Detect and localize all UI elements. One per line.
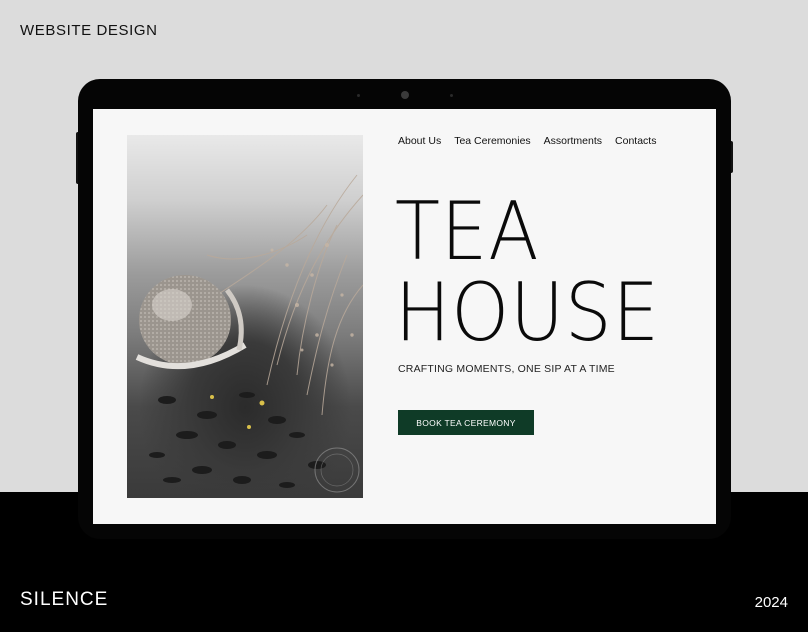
nav-contacts[interactable]: Contacts <box>615 135 656 147</box>
year-label: 2024 <box>754 594 788 611</box>
camera-sensor-2 <box>450 94 453 97</box>
camera-sensor <box>357 94 360 97</box>
hero-title-line-2: HOUSE <box>395 266 660 359</box>
hero-tagline: CRAFTING MOMENTS, ONE SIP AT A TIME <box>398 363 615 375</box>
brand-name: SILENCE <box>20 589 109 610</box>
camera-lens <box>401 91 409 99</box>
tea-infuser-photo-icon <box>135 174 363 493</box>
nav-assortments[interactable]: Assortments <box>544 135 602 147</box>
nav-about-us[interactable]: About Us <box>398 135 441 147</box>
page-label: WEBSITE DESIGN <box>20 22 158 39</box>
hero-title-line-1: TEA <box>395 185 540 278</box>
nav-tea-ceremonies[interactable]: Tea Ceremonies <box>454 135 530 147</box>
hero-title: TEA HOUSE <box>395 191 660 353</box>
book-tea-ceremony-button[interactable]: BOOK TEA CEREMONY <box>398 410 534 435</box>
hero-image <box>127 135 363 498</box>
site-nav: About Us Tea Ceremonies Assortments Cont… <box>398 135 656 147</box>
website-screen: About Us Tea Ceremonies Assortments Cont… <box>93 109 716 524</box>
